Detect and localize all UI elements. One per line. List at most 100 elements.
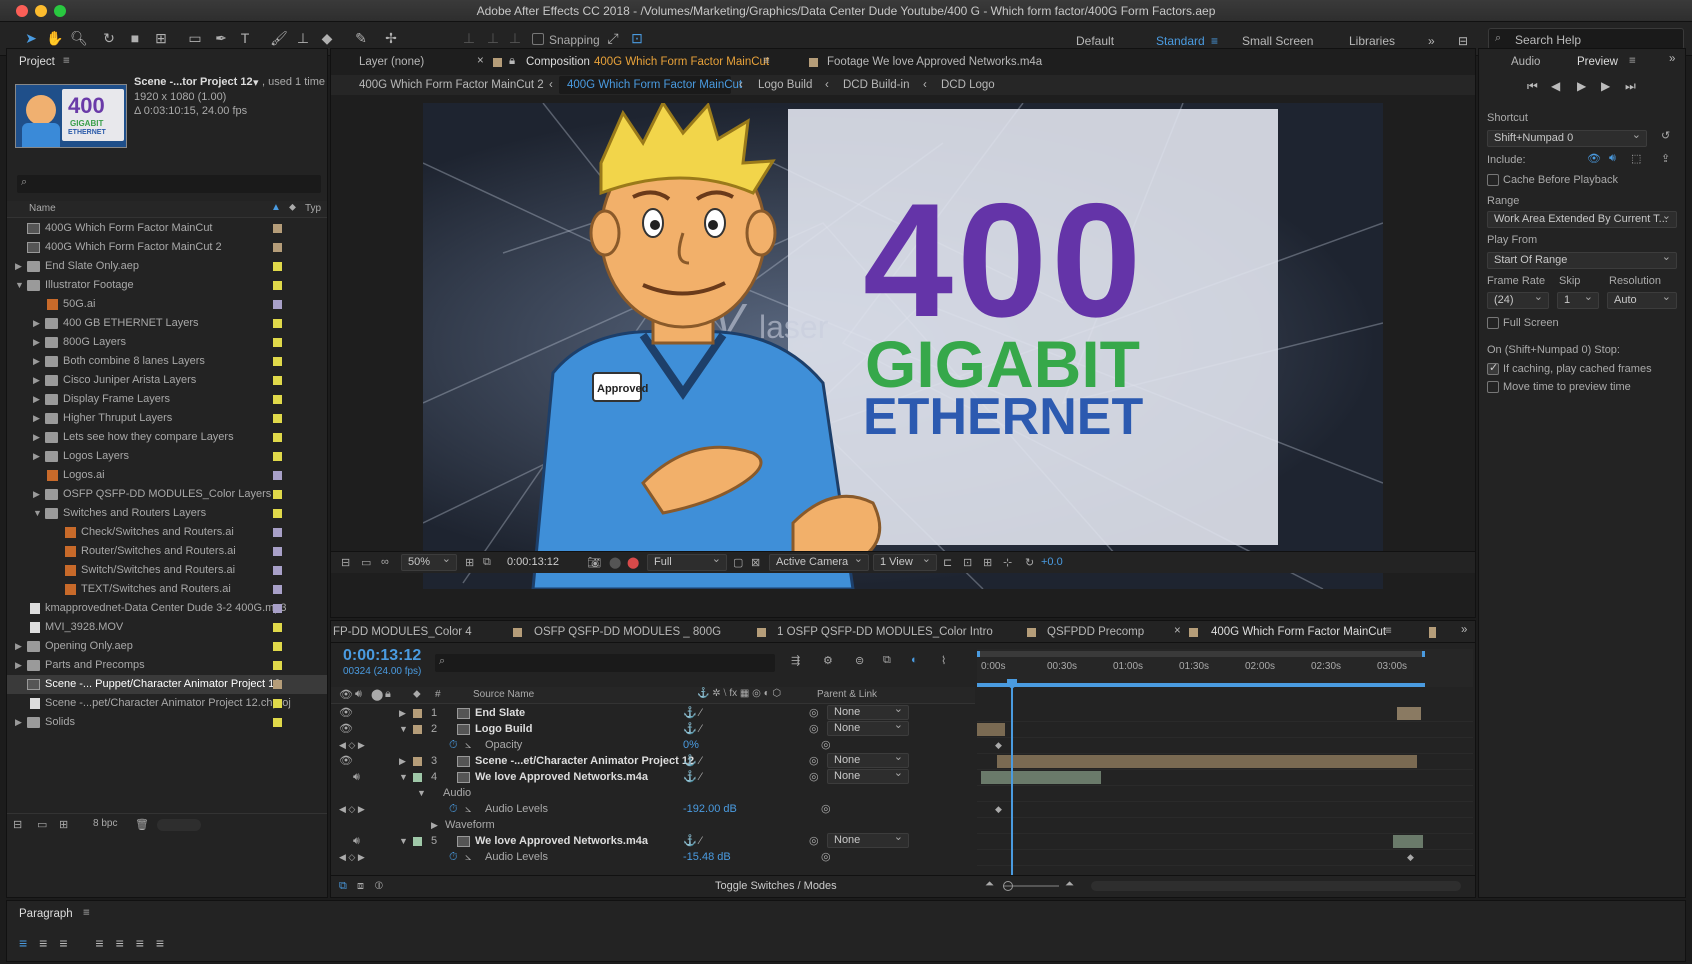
crumb-logo-build[interactable]: Logo Build	[758, 79, 812, 91]
expand-triangle-icon[interactable]: ▶	[15, 637, 22, 656]
parent-dropdown[interactable]: None	[827, 831, 909, 848]
vr-glasses-icon[interactable]: ∞	[381, 556, 389, 568]
zoom-tool-icon[interactable]: 🔍︎	[70, 29, 88, 47]
selected-item-dropdown-icon[interactable]: ▾	[253, 76, 259, 89]
layer-duration-bar[interactable]	[997, 755, 1417, 768]
snapshot-icon[interactable]: 📷︎	[587, 556, 601, 569]
resolution-dropdown[interactable]: Full	[647, 552, 727, 571]
project-list-item[interactable]: 400G Which Form Factor MainCut 2	[7, 238, 327, 257]
align-left-icon[interactable]: ≡	[19, 935, 39, 951]
toggle-pixel-aspect-icon[interactable]: ⊏	[943, 556, 952, 569]
expand-triangle-icon[interactable]: ▶	[15, 656, 22, 675]
justify-center-icon[interactable]: ≡	[116, 935, 136, 951]
collapse-triangle-icon[interactable]: ▼	[33, 504, 42, 523]
layer-label-swatch[interactable]	[413, 837, 422, 846]
label-color-swatch[interactable]	[273, 585, 282, 594]
expand-triangle-icon[interactable]: ▶	[15, 713, 22, 732]
play-from-dropdown[interactable]: Start Of Range	[1487, 250, 1677, 269]
label-color-swatch[interactable]	[273, 509, 282, 518]
project-list-item[interactable]: ▶ End Slate Only.aep	[7, 257, 327, 276]
expression-pick-whip-icon[interactable]: ◎	[821, 801, 831, 818]
property-value[interactable]: -15.48 dB	[683, 849, 731, 866]
keyframe-icon[interactable]: ◆	[995, 737, 1002, 754]
transfer-controls-toggle-icon[interactable]: ⧈	[357, 880, 364, 893]
stopwatch-icon[interactable]: ⏱︎	[449, 737, 458, 754]
pick-whip-icon[interactable]: ◎	[809, 769, 819, 786]
shortcut-dropdown[interactable]: Shift+Numpad 0	[1487, 128, 1647, 147]
graph-icon[interactable]: ⦣	[465, 801, 471, 818]
timeline-horizontal-scrollbar[interactable]	[1091, 881, 1461, 891]
workspace-default[interactable]: Default	[1076, 34, 1114, 48]
expand-triangle-icon[interactable]: ▶	[33, 314, 40, 333]
name-column-header[interactable]: Name	[29, 203, 56, 214]
comp-mini-flowchart-icon[interactable]: ⇶	[791, 654, 800, 667]
project-list-item[interactable]: Logos.ai	[7, 466, 327, 485]
timeline-property-row[interactable]: ◀ ◇ ▶ ⏱︎ ⦣ Opacity 0% ◎	[331, 737, 975, 754]
collapse-triangle-icon[interactable]: ▼	[399, 721, 408, 738]
composition-tab-prefix[interactable]: Composition	[526, 56, 590, 68]
lock-icon[interactable]: 🔒︎	[509, 55, 515, 68]
project-list-item[interactable]: ▼ Illustrator Footage	[7, 276, 327, 295]
viewer-current-time[interactable]: 0:00:13:12	[507, 556, 559, 568]
label-color-swatch[interactable]	[273, 452, 282, 461]
expand-triangle-icon[interactable]: ▶	[33, 428, 40, 447]
graph-icon[interactable]: ⦣	[465, 849, 471, 866]
label-color-swatch[interactable]	[273, 300, 282, 309]
audio-enable-icon[interactable]: 🔊︎	[353, 833, 360, 850]
paragraph-tab[interactable]: Paragraph	[19, 908, 73, 920]
timeline-tab-qsfpdd-precomp[interactable]: QSFPDD Precomp	[1047, 626, 1144, 638]
cache-before-playback-checkbox[interactable]	[1487, 174, 1499, 186]
parent-dropdown[interactable]: None	[827, 767, 909, 784]
hand-tool-icon[interactable]: ✋	[46, 29, 64, 47]
label-column-icon[interactable]: ⬥	[289, 202, 296, 213]
label-color-swatch[interactable]	[273, 718, 282, 727]
label-color-swatch[interactable]	[273, 376, 282, 385]
label-color-swatch[interactable]	[273, 433, 282, 442]
timeline-tab-maincut[interactable]: 400G Which Form Factor MainCut	[1211, 626, 1386, 638]
parent-link-column-header[interactable]: Parent & Link	[817, 689, 877, 700]
project-tab[interactable]: Project	[19, 56, 55, 68]
expand-triangle-icon[interactable]: ▶	[399, 705, 406, 722]
label-color-swatch[interactable]	[273, 471, 282, 480]
brush-tool-icon[interactable]: 🖌︎	[270, 29, 288, 47]
project-list-item[interactable]: Router/Switches and Routers.ai	[7, 542, 327, 561]
project-list-item[interactable]: kmapprovednet-Data Center Dude 3-2 400G.…	[7, 599, 327, 618]
project-list-item[interactable]: ▶ Higher Thruput Layers	[7, 409, 327, 428]
draft-3d-icon[interactable]: ⚙︎	[823, 654, 833, 667]
layer-label-swatch[interactable]	[413, 709, 422, 718]
label-color-swatch[interactable]	[273, 395, 282, 404]
keyframe-navigator[interactable]: ◀ ◇ ▶	[339, 801, 365, 818]
workspace-small-screen[interactable]: Small Screen	[1242, 34, 1313, 48]
preview-menu-icon[interactable]: ≡	[1629, 55, 1636, 67]
camera-tool-icon[interactable]: ■	[126, 29, 144, 47]
expand-triangle-icon[interactable]: ▶	[33, 409, 40, 428]
selection-tool-icon[interactable]: ➤	[22, 29, 40, 47]
project-list-item[interactable]: ▶ Lets see how they compare Layers	[7, 428, 327, 447]
expand-triangle-icon[interactable]: ▶	[431, 817, 438, 834]
range-dropdown[interactable]: Work Area Extended By Current T...	[1487, 209, 1677, 228]
move-time-checkbox[interactable]	[1487, 381, 1499, 393]
first-frame-icon[interactable]: ⏮︎	[1527, 79, 1538, 94]
label-color-swatch[interactable]	[273, 699, 282, 708]
camera-dropdown[interactable]: Active Camera	[769, 552, 869, 571]
layer-name[interactable]: End Slate	[475, 705, 525, 722]
layer-duration-bar[interactable]	[1397, 707, 1421, 720]
expand-triangle-icon[interactable]: ▶	[33, 371, 40, 390]
fast-previews-icon[interactable]: ⊡	[963, 556, 972, 569]
shy-layers-icon[interactable]: ⊜	[855, 654, 864, 667]
project-list-item[interactable]: ▶ Logos Layers	[7, 447, 327, 466]
panel-layout-icon[interactable]: ⊟	[1458, 34, 1468, 48]
project-list-item[interactable]: ▶ 800G Layers	[7, 333, 327, 352]
label-color-swatch[interactable]	[273, 281, 282, 290]
pick-whip-icon[interactable]: ◎	[809, 753, 819, 770]
skip-dropdown[interactable]: 1	[1557, 290, 1599, 309]
expand-triangle-icon[interactable]: ▶	[33, 447, 40, 466]
flowchart-icon[interactable]: ⊹	[1003, 556, 1012, 569]
expand-triangle-icon[interactable]: ▶	[33, 485, 40, 504]
label-color-swatch[interactable]	[273, 661, 282, 670]
in-out-toggle-icon[interactable]: ⦶	[375, 880, 383, 893]
show-snapshot-icon[interactable]: ⬤	[609, 556, 621, 569]
local-axis-icon[interactable]: ⊥	[460, 29, 478, 47]
transparency-grid-icon[interactable]: ⊠	[751, 556, 760, 569]
keyframe-navigator[interactable]: ◀ ◇ ▶	[339, 849, 365, 866]
